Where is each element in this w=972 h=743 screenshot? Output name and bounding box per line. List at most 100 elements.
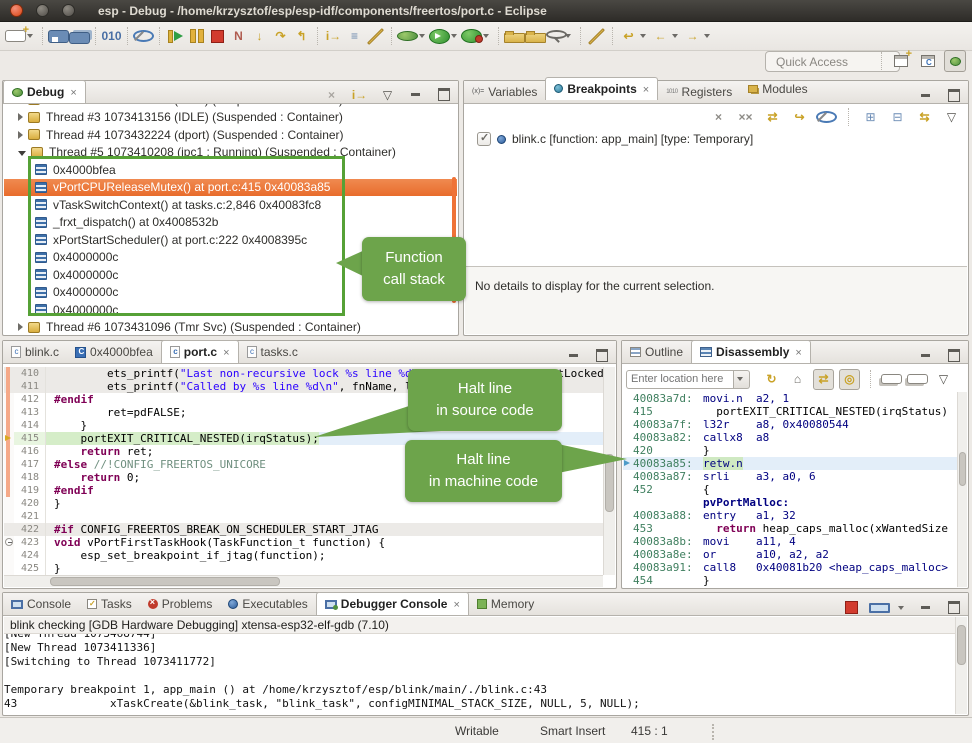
track-expression-icon[interactable]: ◎ <box>839 369 860 390</box>
location-input[interactable] <box>626 370 734 389</box>
last-edit-location-icon[interactable]: ↩ <box>618 26 639 47</box>
tab-problems[interactable]: Problems <box>140 593 221 615</box>
new-view-icon[interactable] <box>881 374 902 384</box>
instruction-stepping-icon[interactable]: i→ <box>349 84 370 105</box>
debug-dropdown[interactable] <box>419 34 425 38</box>
skip-all-breakpoints-icon[interactable] <box>133 30 154 42</box>
debug-thread-row[interactable]: Thread #6 1073431096 (Tmr Svc) (Suspende… <box>4 319 457 335</box>
profile-icon[interactable] <box>461 29 482 43</box>
tab-executables[interactable]: Executables <box>220 593 315 615</box>
expander-icon[interactable] <box>18 113 23 121</box>
minimize-icon[interactable] <box>915 85 936 106</box>
close-tab-icon[interactable] <box>793 345 801 359</box>
open-element-icon[interactable] <box>525 33 546 43</box>
run-dropdown[interactable] <box>451 34 457 38</box>
breakpoint-checkbox[interactable] <box>477 132 491 146</box>
tab-port-c[interactable]: port.c <box>161 340 239 363</box>
debug-config-icon[interactable] <box>367 28 384 45</box>
tab-modules[interactable]: Modules <box>740 78 815 100</box>
use-step-filters-icon[interactable]: ≡ <box>344 26 365 47</box>
tab-breakpoints[interactable]: Breakpoints <box>545 77 658 100</box>
editor-horizontal-scrollbar[interactable] <box>4 575 603 587</box>
window-maximize-button[interactable] <box>62 4 75 17</box>
tab-registers[interactable]: Registers <box>658 81 740 103</box>
debug-perspective-button[interactable] <box>944 50 966 72</box>
display-selected-console-dropdown[interactable] <box>898 606 904 610</box>
instruction-stepping-icon[interactable]: i→ <box>323 26 344 47</box>
tab-0x4000bfea[interactable]: 0x4000bfea <box>67 341 161 363</box>
close-tab-icon[interactable] <box>451 597 459 611</box>
tab-console[interactable]: Console <box>3 593 79 615</box>
maximize-icon[interactable] <box>591 345 612 366</box>
new-project-icon[interactable] <box>504 33 525 43</box>
refresh-icon[interactable]: ↻ <box>761 369 782 390</box>
sync-active-context-icon[interactable]: ⇄ <box>813 369 834 390</box>
tab-blink-c[interactable]: blink.c <box>3 341 67 363</box>
expander-icon[interactable] <box>18 323 23 331</box>
maximize-icon[interactable] <box>943 597 964 618</box>
terminate-console-icon[interactable] <box>841 597 862 618</box>
expand-all-icon[interactable]: ⊞ <box>860 106 881 127</box>
view-menu-icon[interactable]: ▽ <box>941 106 962 127</box>
terminate-icon[interactable] <box>207 26 228 47</box>
run-icon[interactable] <box>429 29 450 44</box>
stack-frame-row[interactable]: 0x4000bfea <box>4 161 457 179</box>
tab-memory[interactable]: Memory <box>469 593 542 615</box>
window-close-button[interactable] <box>10 4 23 17</box>
breakpoint-row[interactable]: blink.c [function: app_main] [type: Temp… <box>465 127 967 146</box>
maximize-icon[interactable] <box>433 84 454 105</box>
maximize-icon[interactable] <box>943 85 964 106</box>
remove-all-terminated-icon[interactable]: × <box>321 84 342 105</box>
search-icon[interactable] <box>546 30 567 39</box>
debug-thread-row[interactable]: Thread #4 1073432224 (dport) (Suspended … <box>4 126 457 144</box>
mark-occurrences-icon[interactable] <box>588 28 605 45</box>
fold-marker[interactable] <box>5 538 13 546</box>
minimize-icon[interactable] <box>915 345 936 366</box>
editor-vertical-scrollbar[interactable] <box>603 367 615 575</box>
view-menu-icon[interactable]: ▽ <box>933 369 954 390</box>
remove-breakpoint-icon[interactable]: × <box>708 106 729 127</box>
collapse-all-icon[interactable]: ⊟ <box>887 106 908 127</box>
goto-file-for-breakpoint-icon[interactable]: ↪ <box>789 106 810 127</box>
debug-thread-row[interactable]: Thread #5 1073410208 (ipc1 : Running) (S… <box>4 144 457 162</box>
stack-frame-row[interactable]: _frxt_dispatch() at 0x4008532b <box>4 214 457 232</box>
close-tab-icon[interactable] <box>221 345 229 359</box>
tab-debugger-console[interactable]: Debugger Console <box>316 592 469 615</box>
close-tab-icon[interactable] <box>641 82 649 96</box>
minimize-icon[interactable] <box>915 597 936 618</box>
tab-tasks-c[interactable]: tasks.c <box>239 341 306 363</box>
disassembly-area[interactable]: 40083a7d:movi.n a2, 1415 portEXIT_CRITIC… <box>623 392 957 587</box>
show-breakpoints-supported-icon[interactable]: ⇄ <box>762 106 783 127</box>
save-icon[interactable] <box>48 30 69 43</box>
display-selected-console-icon[interactable] <box>869 603 890 613</box>
binary-view-icon[interactable]: 010 <box>101 26 122 47</box>
expander-icon[interactable] <box>18 131 23 139</box>
quick-access-field[interactable]: Quick Access <box>765 51 900 72</box>
back-dropdown[interactable] <box>672 34 678 38</box>
home-icon[interactable]: ⌂ <box>787 369 808 390</box>
suspend-icon[interactable] <box>186 26 207 47</box>
skip-all-breakpoints-icon[interactable] <box>816 111 837 123</box>
stack-frame-row[interactable]: vTaskSwitchContext() at tasks.c:2,846 0x… <box>4 196 457 214</box>
step-return-icon[interactable]: ↰ <box>291 26 312 47</box>
open-perspective-button[interactable] <box>890 50 912 72</box>
open-new-view-icon[interactable] <box>907 374 928 384</box>
expander-icon[interactable] <box>18 151 26 156</box>
profile-dropdown[interactable] <box>483 34 489 38</box>
tab-disassembly[interactable]: Disassembly <box>691 340 811 363</box>
forward-icon[interactable]: → <box>682 26 703 47</box>
tab-variables[interactable]: Variables <box>464 81 545 103</box>
last-edit-location-dropdown[interactable] <box>640 34 646 38</box>
minimize-icon[interactable] <box>405 84 426 105</box>
save-all-icon[interactable] <box>69 32 90 44</box>
minimize-icon[interactable] <box>563 345 584 366</box>
remove-all-breakpoints-icon[interactable]: ×× <box>735 106 756 127</box>
view-menu-icon[interactable]: ▽ <box>377 84 398 105</box>
window-minimize-button[interactable] <box>36 4 49 17</box>
console-scrollbar[interactable] <box>955 617 967 714</box>
tab-outline[interactable]: Outline <box>622 341 691 363</box>
step-into-icon[interactable]: ↓ <box>249 26 270 47</box>
stack-frame-row[interactable]: 0x4000000c <box>4 301 457 319</box>
resume-icon[interactable] <box>165 26 186 47</box>
maximize-icon[interactable] <box>943 345 964 366</box>
